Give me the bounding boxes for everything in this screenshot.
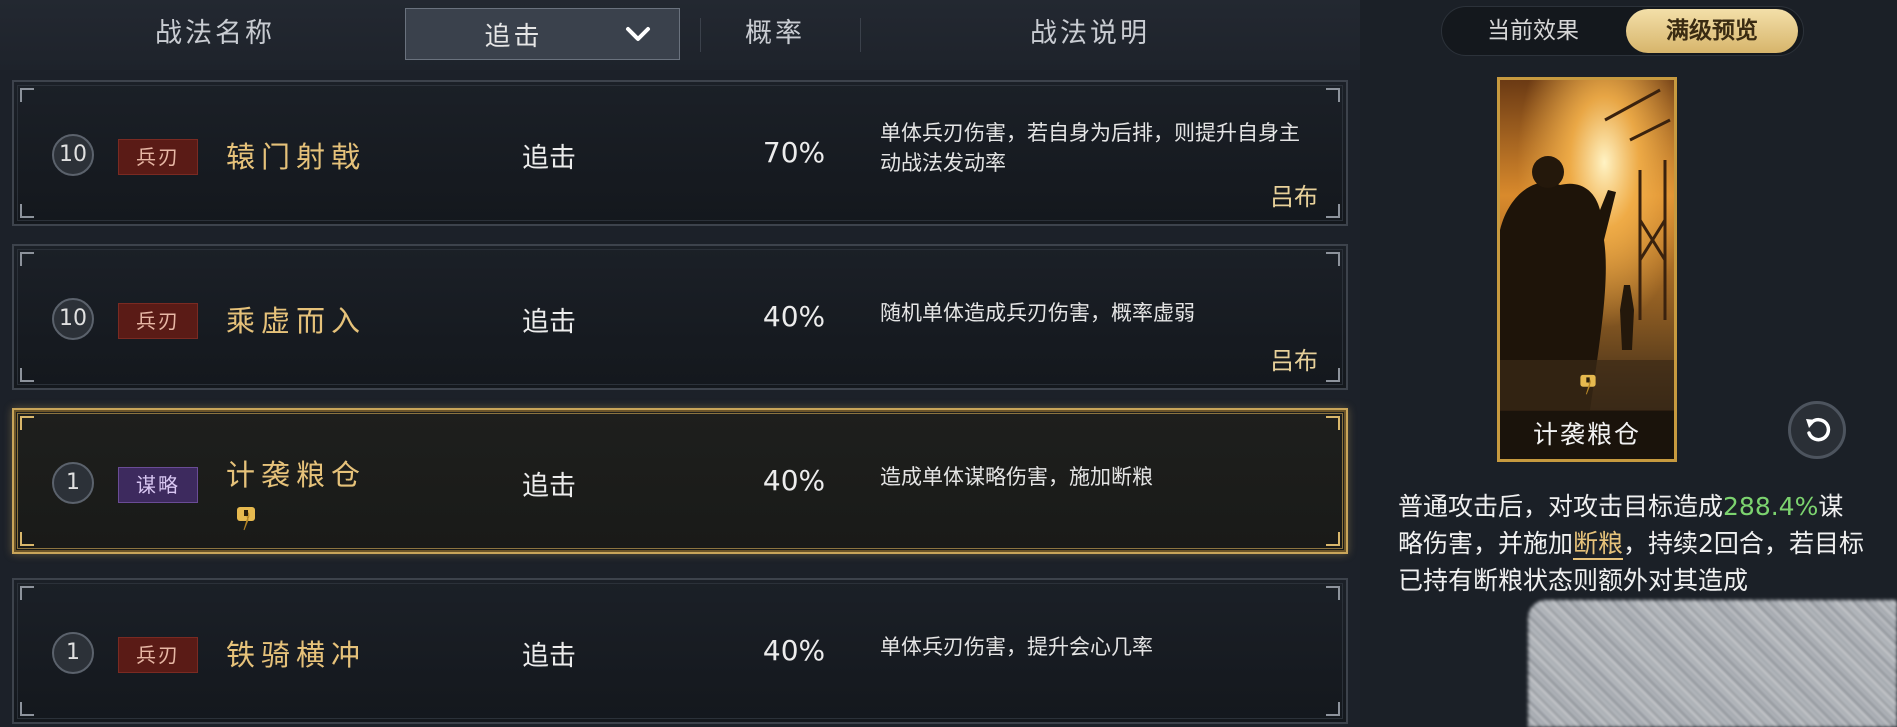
tactic-description: 单体兵刃伤害，提升会心几率: [880, 635, 1153, 659]
tactic-description: 单体兵刃伤害，若自身为后排，则提升自身主动战法发动率: [880, 121, 1300, 175]
level-badge: 1: [52, 462, 94, 504]
tactic-description: 随机单体造成兵刃伤害，概率虚弱: [880, 301, 1195, 325]
preview-tabs: 当前效果 满级预览: [1441, 6, 1804, 56]
col-header-prob: 概率: [745, 18, 805, 49]
tactic-card-name: 计袭粮仓: [1500, 411, 1674, 459]
tactic-owner: 吕布: [1270, 347, 1318, 375]
tactic-owner: 吕布: [1270, 183, 1318, 211]
effect-value: 288.4%: [1723, 492, 1819, 521]
filter-value: 追击: [484, 21, 543, 52]
tactic-probability: 70%: [762, 136, 826, 169]
tactic-type: 追击: [522, 307, 576, 338]
tactic-effect-text: 普通攻击后，对攻击目标造成288.4%谋略伤害，并施加断粮，持续2回合，若目标已…: [1398, 488, 1868, 599]
tactic-name: 辕门射戟: [226, 140, 367, 174]
seal-mark-icon: [1580, 374, 1596, 395]
tactic-category-tag: 兵刃: [118, 139, 198, 175]
tactic-probability: 40%: [762, 634, 826, 667]
type-filter-dropdown[interactable]: 追击: [405, 8, 680, 60]
tactic-name: 铁骑横冲: [226, 638, 367, 672]
col-header-name: 战法名称: [155, 18, 275, 49]
tab-current-effect[interactable]: 当前效果: [1458, 7, 1608, 55]
tactic-row[interactable]: 10 兵刃 乘虚而入 追击 40% 随机单体造成兵刃伤害，概率虚弱 吕布: [12, 244, 1348, 390]
effect-text: 普通攻击后，对攻击目标造成: [1398, 492, 1724, 521]
level-badge: 10: [52, 134, 94, 176]
tactic-row-selected[interactable]: 1 谋略 计袭粮仓 追击 40% 造成单体谋略伤害，施加断粮: [12, 408, 1348, 554]
tactic-type: 追击: [522, 641, 576, 672]
list-header: 战法名称 追击 概率 战法说明: [0, 0, 1360, 70]
tactic-row[interactable]: 1 兵刃 铁骑横冲 追击 40% 单体兵刃伤害，提升会心几率: [12, 578, 1348, 724]
col-header-desc: 战法说明: [1030, 18, 1150, 49]
obscured-region: [1528, 600, 1897, 727]
header-divider: [860, 18, 861, 52]
tactic-row[interactable]: 10 兵刃 辕门射戟 追击 70% 单体兵刃伤害，若自身为后排，则提升自身主动战…: [12, 80, 1348, 226]
tactic-card: 计袭粮仓: [1497, 77, 1677, 462]
chevron-down-icon: [626, 27, 650, 41]
tactic-description: 造成单体谋略伤害，施加断粮: [880, 465, 1153, 489]
seal-mark-icon: [237, 507, 255, 531]
tactic-name: 乘虚而入: [226, 304, 367, 338]
refresh-icon: [1806, 417, 1831, 442]
level-badge: 10: [52, 298, 94, 340]
tactic-probability: 40%: [762, 464, 826, 497]
tactic-card-illustration: [1500, 80, 1674, 410]
tactic-name: 计袭粮仓: [226, 458, 367, 492]
level-badge: 1: [52, 632, 94, 674]
effect-keyword-link[interactable]: 断粮: [1573, 529, 1624, 560]
tactic-category-tag: 谋略: [118, 467, 198, 503]
tactic-type: 追击: [522, 471, 576, 502]
tactic-probability: 40%: [762, 300, 826, 333]
tab-max-level-preview[interactable]: 满级预览: [1626, 9, 1798, 53]
refresh-button[interactable]: [1788, 401, 1846, 459]
tactic-category-tag: 兵刃: [118, 637, 198, 673]
tactic-category-tag: 兵刃: [118, 303, 198, 339]
tactic-type: 追击: [522, 143, 576, 174]
